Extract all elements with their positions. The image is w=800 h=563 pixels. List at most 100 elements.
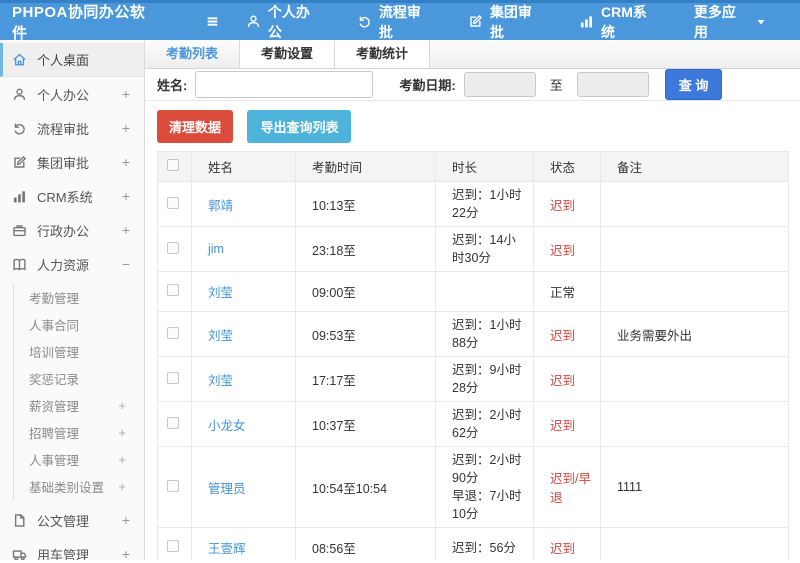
duration-cell: 迟到：1小时88分 [435,311,534,357]
clear-data-button[interactable]: 清理数据 [157,110,234,143]
sidebar-item-label: 流程审批 [37,121,90,137]
sidebar-subitem-label: 薪资管理 [29,400,80,414]
topnav-item-label: 流程审批 [378,3,421,40]
sidebar-subitem-label: 考勤管理 [29,292,80,306]
attendance-time-cell: 08:56至 [295,527,436,560]
status-badge: 迟到 [550,243,576,258]
status-badge: 迟到 [550,373,576,388]
search-form: 姓名: 考勤日期: 至 查 询 [145,69,800,101]
sidebar-subitem-recruitment-mgmt[interactable]: 招聘管理 + [14,419,144,446]
employee-name-link[interactable]: 刘莹 [208,329,233,343]
row-checkbox[interactable] [167,479,179,492]
employee-name-link[interactable]: jim [208,242,224,256]
row-checkbox-cell [157,527,192,560]
sidebar-item-group-approval[interactable]: 集团审批 + [0,145,144,179]
row-checkbox[interactable] [167,284,179,296]
sidebar-subitem-base-category-settings[interactable]: 基础类别设置 + [14,473,144,500]
date-from-input[interactable] [463,72,536,97]
app-header: PHPOA协同办公软件 个人办公 流程审批 集团审批 CRM系统 更多应用 [0,0,800,42]
table-row: 刘莹 09:00至 正常 [157,271,789,312]
status-badge: 迟到 [550,542,576,556]
employee-name-link[interactable]: 郭靖 [208,199,233,213]
row-checkbox[interactable] [167,416,179,429]
status-cell: 迟到 [533,181,601,227]
export-list-button[interactable]: 导出查询列表 [247,110,352,143]
book-icon [12,257,28,272]
sidebar-subitem-salary-mgmt[interactable]: 薪资管理 + [14,392,144,419]
employee-name-link[interactable]: 刘莹 [208,374,233,388]
topnav-item-workflow-approval[interactable]: 流程审批 [357,2,434,42]
sidebar-subitem-training-mgmt[interactable]: 培训管理 [14,338,144,365]
query-button[interactable]: 查 询 [664,69,723,100]
sidebar-item-vehicle-mgmt[interactable]: 用车管理 + [0,537,144,560]
note-cell: 1111 [600,446,789,528]
app-logo: PHPOA协同办公软件 [12,3,146,42]
name-input[interactable] [195,71,374,98]
employee-name-link[interactable]: 刘莹 [208,286,233,300]
row-checkbox[interactable] [167,540,179,552]
topnav-item-personal-office[interactable]: 个人办公 [246,2,323,42]
undo-icon [12,121,28,136]
topnav-item-crm-system[interactable]: CRM系统 [579,2,660,42]
status-cell: 迟到 [533,527,601,560]
sidebar-subitem-reward-punishment-records[interactable]: 奖惩记录 [14,365,144,392]
duration-line: 迟到：56分 [452,540,516,555]
sidebar-item-crm-system[interactable]: CRM系统 + [0,179,144,213]
sidebar-subitem-personnel-contract[interactable]: 人事合同 [14,311,144,338]
sidebar-toggle-button[interactable] [205,14,220,29]
row-checkbox[interactable] [167,241,179,254]
status-cell: 迟到 [533,311,601,357]
employee-name-link[interactable]: 管理员 [208,482,246,496]
expand-plus-icon: + [121,86,130,102]
sidebar-subitem-personnel-mgmt[interactable]: 人事管理 + [14,446,144,473]
expand-plus-icon: + [121,512,130,528]
select-all-checkbox[interactable] [167,159,179,171]
status-cell: 迟到/早退 [533,446,601,528]
expand-plus-icon: + [121,546,130,560]
attendance-time-cell: 09:53至 [295,311,436,357]
employee-name-link[interactable]: 小龙女 [208,419,246,433]
table-row: 王壹辉 08:56至 迟到：56分 迟到 [157,527,789,560]
action-bar: 清理数据 导出查询列表 [145,101,800,151]
sidebar-item-document-mgmt[interactable]: 公文管理 + [0,503,144,537]
duration-cell: 迟到：56分 [435,527,534,560]
hamburger-menu-icon [205,14,220,29]
sidebar-item-personal-office[interactable]: 个人办公 + [0,77,144,111]
tab-attendance-stats[interactable]: 考勤统计 [335,40,431,68]
row-checkbox[interactable] [167,196,179,209]
sidebar: 个人桌面 个人办公 + 流程审批 + 集团审批 + CRM系统 + 行政办公 + 人力资源 − 考勤管理人… [0,40,145,560]
status-badge: 迟到 [550,198,576,213]
expand-plus-icon: + [118,479,126,494]
sidebar-item-label: 人力资源 [37,257,90,273]
topnav-item-label: 集团审批 [489,3,532,40]
employee-name-link[interactable]: 王壹辉 [208,542,246,556]
sidebar-item-personal-desktop[interactable]: 个人桌面 [0,43,144,77]
note-cell [600,226,789,272]
date-to-input[interactable] [576,72,649,97]
duration-line: 迟到：9小时28分 [452,363,522,395]
note-cell [600,356,789,402]
col-header-duration: 时长 [435,151,534,182]
duration-line: 迟到：1小时22分 [452,188,522,220]
truck-icon [12,547,28,560]
topnav-item-more-apps[interactable]: 更多应用 [694,2,766,42]
employee-name-cell: 刘莹 [191,271,296,312]
expand-plus-icon: + [121,188,130,204]
employee-name-cell: 小龙女 [191,401,296,447]
duration-line: 迟到：14小时30分 [452,233,516,265]
caret-down-icon [756,17,766,27]
row-checkbox[interactable] [167,326,179,339]
tab-attendance-settings[interactable]: 考勤设置 [240,40,336,68]
sidebar-item-workflow-approval[interactable]: 流程审批 + [0,111,144,145]
sidebar-subitem-attendance-mgmt[interactable]: 考勤管理 [14,284,144,311]
sidebar-item-human-resources[interactable]: 人力资源 − [0,247,144,281]
tab-attendance-list[interactable]: 考勤列表 [145,40,241,68]
sidebar-item-label: 行政办公 [37,223,90,239]
col-header-note: 备注 [600,151,789,182]
row-checkbox[interactable] [167,371,179,384]
row-checkbox-cell [157,356,192,402]
row-checkbox-cell [157,226,192,272]
topnav-item-group-approval[interactable]: 集团审批 [468,2,545,42]
sidebar-item-admin-office[interactable]: 行政办公 + [0,213,144,247]
note-cell [600,271,789,312]
